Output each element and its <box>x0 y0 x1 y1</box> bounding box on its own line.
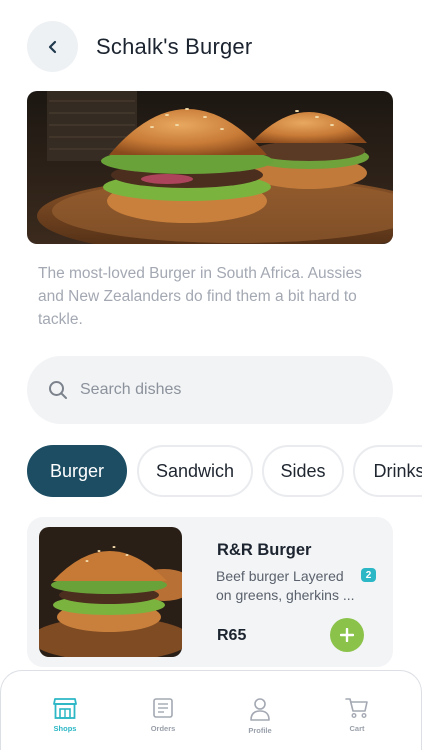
tab-orders[interactable]: Orders <box>128 697 198 733</box>
orders-icon <box>153 698 173 718</box>
search-input[interactable] <box>80 381 360 399</box>
dish-description-line1: Beef burger Layered <box>216 568 344 584</box>
bottom-tab-bar: Shops Orders Profile Cart <box>0 670 422 750</box>
category-chip-drinks[interactable]: Drinks <box>353 445 422 497</box>
add-to-cart-button[interactable] <box>330 618 364 652</box>
profile-icon <box>250 698 270 721</box>
chevron-left-icon <box>48 40 56 53</box>
shop-icon <box>53 698 77 719</box>
app-header: Schalk's Burger <box>0 0 422 92</box>
category-chip-sandwich[interactable]: Sandwich <box>137 445 253 497</box>
shop-description: The most-loved Burger in South Africa. A… <box>38 265 362 328</box>
category-chips: Burger Sandwich Sides Drinks <box>27 445 422 497</box>
dish-card[interactable]: R&R Burger Beef burger Layered on greens… <box>27 517 393 667</box>
page-title: Schalk's Burger <box>96 34 253 59</box>
tab-cart[interactable]: Cart <box>322 697 392 733</box>
tab-cart-label: Cart <box>349 724 365 733</box>
shop-hero-image <box>27 91 393 244</box>
cart-icon <box>345 698 368 719</box>
search-bar[interactable] <box>27 356 393 424</box>
plus-icon <box>340 628 354 642</box>
tab-shops[interactable]: Shops <box>30 697 100 733</box>
tab-profile[interactable]: Profile <box>225 697 295 735</box>
tab-shops-label: Shops <box>53 724 77 733</box>
tab-orders-label: Orders <box>150 724 176 733</box>
tab-profile-label: Profile <box>248 726 272 735</box>
dish-description: Beef burger Layered on greens, gherkins … <box>216 567 376 605</box>
dish-image <box>39 527 182 657</box>
search-icon <box>49 381 67 399</box>
quantity-badge: 2 <box>361 568 376 582</box>
back-button[interactable] <box>27 21 78 72</box>
category-chip-burger[interactable]: Burger <box>27 445 127 497</box>
dish-price: R65 <box>217 627 247 644</box>
dish-description-line2: on greens, gherkins ... <box>216 587 355 603</box>
dish-name: R&R Burger <box>217 541 312 559</box>
category-chip-sides[interactable]: Sides <box>262 445 344 497</box>
